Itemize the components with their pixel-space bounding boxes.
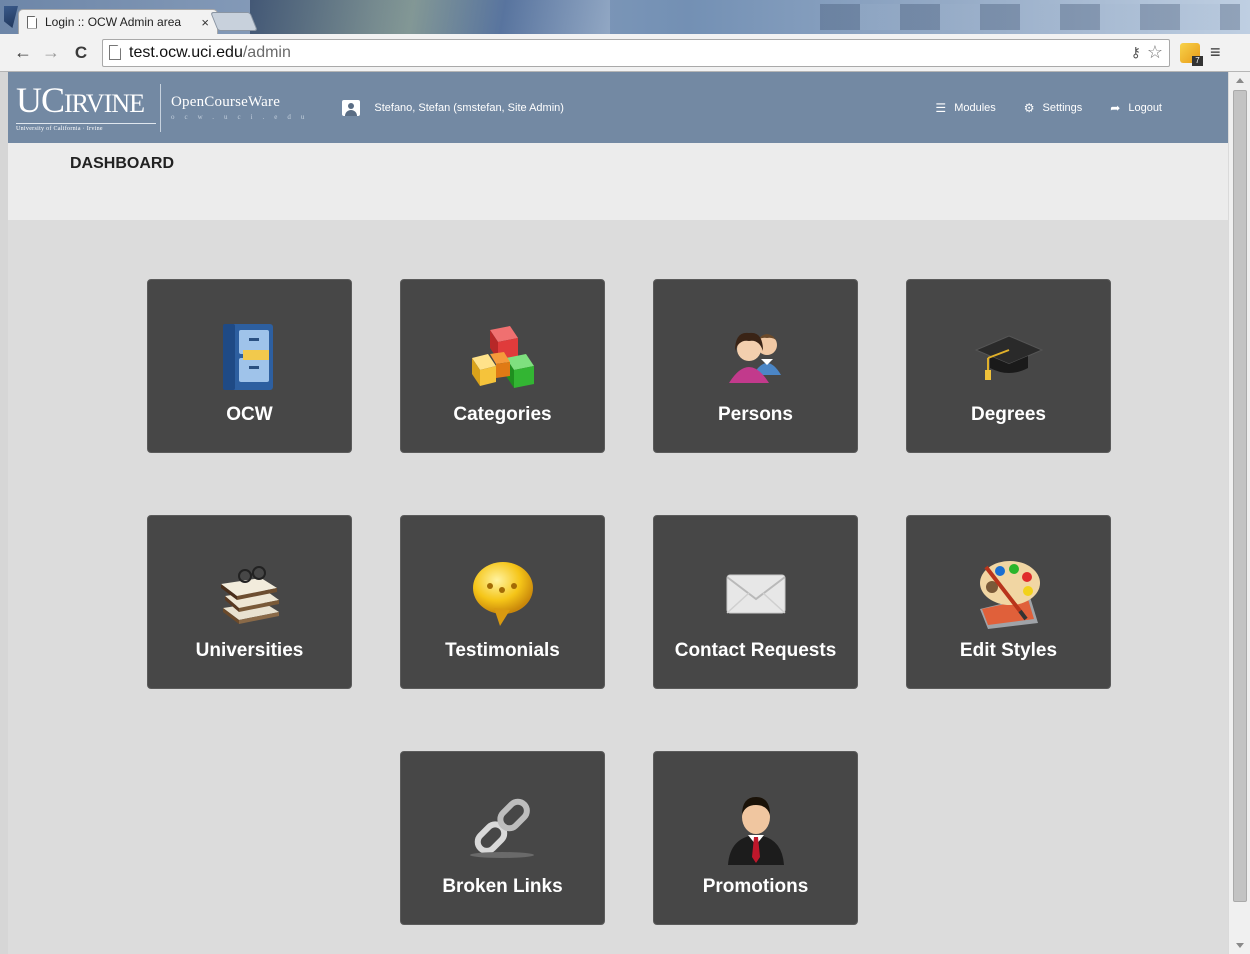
- modules-link[interactable]: ☰ Modules: [935, 101, 995, 115]
- page-icon: [27, 15, 37, 29]
- user-label: Stefano, Stefan (smstefan, Site Admin): [374, 101, 564, 114]
- businessman-icon: [721, 794, 791, 865]
- window-background-decoration: [250, 0, 610, 34]
- window-menu-icon[interactable]: [4, 6, 18, 28]
- vertical-scrollbar[interactable]: [1228, 72, 1250, 954]
- tile-label: Degrees: [971, 404, 1046, 425]
- tile-label: Testimonials: [445, 640, 560, 661]
- list-icon: ☰: [935, 100, 947, 115]
- logout-link[interactable]: ➦ Logout: [1110, 101, 1162, 115]
- page-title: DASHBOARD: [70, 155, 174, 172]
- key-icon[interactable]: ⚷: [1131, 44, 1141, 61]
- ocw-logo-title: OpenCourseWare: [171, 94, 281, 110]
- current-user[interactable]: Stefano, Stefan (smstefan, Site Admin): [342, 99, 564, 116]
- speech-bubble-icon: [468, 558, 538, 628]
- tile-persons[interactable]: Persons: [653, 279, 858, 453]
- tile-label: Promotions: [702, 876, 809, 897]
- browser-menu-icon[interactable]: ≡: [1210, 42, 1221, 63]
- scroll-up-arrow-icon[interactable]: [1236, 78, 1244, 83]
- page-icon: [109, 45, 121, 60]
- tile-label: Persons: [718, 404, 793, 425]
- tile-testimonials[interactable]: Testimonials: [400, 515, 605, 689]
- paint-palette-icon: [974, 558, 1044, 629]
- url-path: /admin: [242, 43, 291, 61]
- tile-label: Broken Links: [442, 876, 563, 897]
- url-host: test.ocw.uci.edu: [129, 43, 243, 61]
- scrollbar-thumb[interactable]: [1233, 90, 1247, 902]
- tile-label: Universities: [195, 640, 304, 661]
- forward-arrow-icon[interactable]: →: [40, 42, 62, 63]
- bookmark-star-icon[interactable]: ☆: [1147, 42, 1163, 63]
- gear-icon: ⚙: [1023, 100, 1035, 115]
- settings-link[interactable]: ⚙ Settings: [1024, 101, 1083, 115]
- window-background-decoration: [820, 4, 1240, 30]
- page-heading-bar: DASHBOARD: [8, 143, 1228, 220]
- back-arrow-icon[interactable]: ←: [12, 42, 34, 63]
- browser-tab-strip: Login :: OCW Admin area ×: [0, 0, 1250, 34]
- tile-edit-styles[interactable]: Edit Styles: [906, 515, 1111, 689]
- extension-icon[interactable]: 7: [1180, 42, 1203, 66]
- tile-ocw[interactable]: OCW: [147, 279, 352, 453]
- tab-title: Login :: OCW Admin area: [45, 15, 182, 29]
- people-icon: [721, 322, 791, 392]
- new-tab-button[interactable]: [210, 12, 258, 31]
- uci-logo-main: UC: [16, 80, 65, 120]
- scroll-down-arrow-icon[interactable]: [1236, 943, 1244, 948]
- browser-tab[interactable]: Login :: OCW Admin area ×: [18, 9, 218, 34]
- uci-logo[interactable]: UCIRVINE University of California · Irvi…: [16, 80, 156, 132]
- file-cabinet-icon: [215, 322, 285, 392]
- page-viewport: UCIRVINE University of California · Irvi…: [8, 72, 1228, 954]
- logout-label: Logout: [1128, 101, 1162, 114]
- tab-close-icon[interactable]: ×: [201, 15, 209, 30]
- chain-link-icon: [468, 794, 538, 864]
- tile-broken-links[interactable]: Broken Links: [400, 751, 605, 925]
- ocw-logo[interactable]: OpenCourseWare ocw.uci.edu: [171, 94, 314, 121]
- browser-toolbar: ← → C test.ocw.uci.edu /admin ⚷ ☆ 7 ≡: [0, 34, 1250, 72]
- site-header: UCIRVINE University of California · Irvi…: [8, 72, 1228, 143]
- book-stack-icon: [215, 558, 285, 628]
- tile-label: OCW: [226, 404, 273, 425]
- address-bar[interactable]: test.ocw.uci.edu /admin ⚷ ☆: [102, 38, 1170, 67]
- envelope-icon: [721, 558, 791, 628]
- tile-categories[interactable]: Categories: [400, 279, 605, 453]
- tile-contact-requests[interactable]: Contact Requests: [653, 515, 858, 689]
- uci-logo-main-small: IRVINE: [64, 89, 145, 118]
- user-icon: [342, 99, 361, 116]
- graduation-cap-icon: [974, 322, 1044, 392]
- tile-universities[interactable]: Universities: [147, 515, 352, 689]
- tile-label: Categories: [453, 404, 552, 425]
- share-arrow-icon: ➦: [1110, 100, 1121, 115]
- ocw-logo-subtitle: ocw.uci.edu: [171, 113, 315, 121]
- header-nav: ☰ Modules ⚙ Settings ➦ Logout: [907, 101, 1162, 115]
- extension-badge: 7: [1192, 55, 1203, 66]
- tile-label: Edit Styles: [959, 640, 1058, 661]
- tile-promotions[interactable]: Promotions: [653, 751, 858, 925]
- colored-boxes-icon: [468, 322, 538, 392]
- modules-label: Modules: [954, 101, 996, 114]
- logo-divider: [160, 83, 161, 132]
- tile-label: Contact Requests: [674, 640, 837, 661]
- tile-degrees[interactable]: Degrees: [906, 279, 1111, 453]
- settings-label: Settings: [1042, 101, 1083, 114]
- uci-logo-subtitle: University of California · Irvine: [16, 123, 156, 132]
- reload-icon[interactable]: C: [70, 43, 92, 63]
